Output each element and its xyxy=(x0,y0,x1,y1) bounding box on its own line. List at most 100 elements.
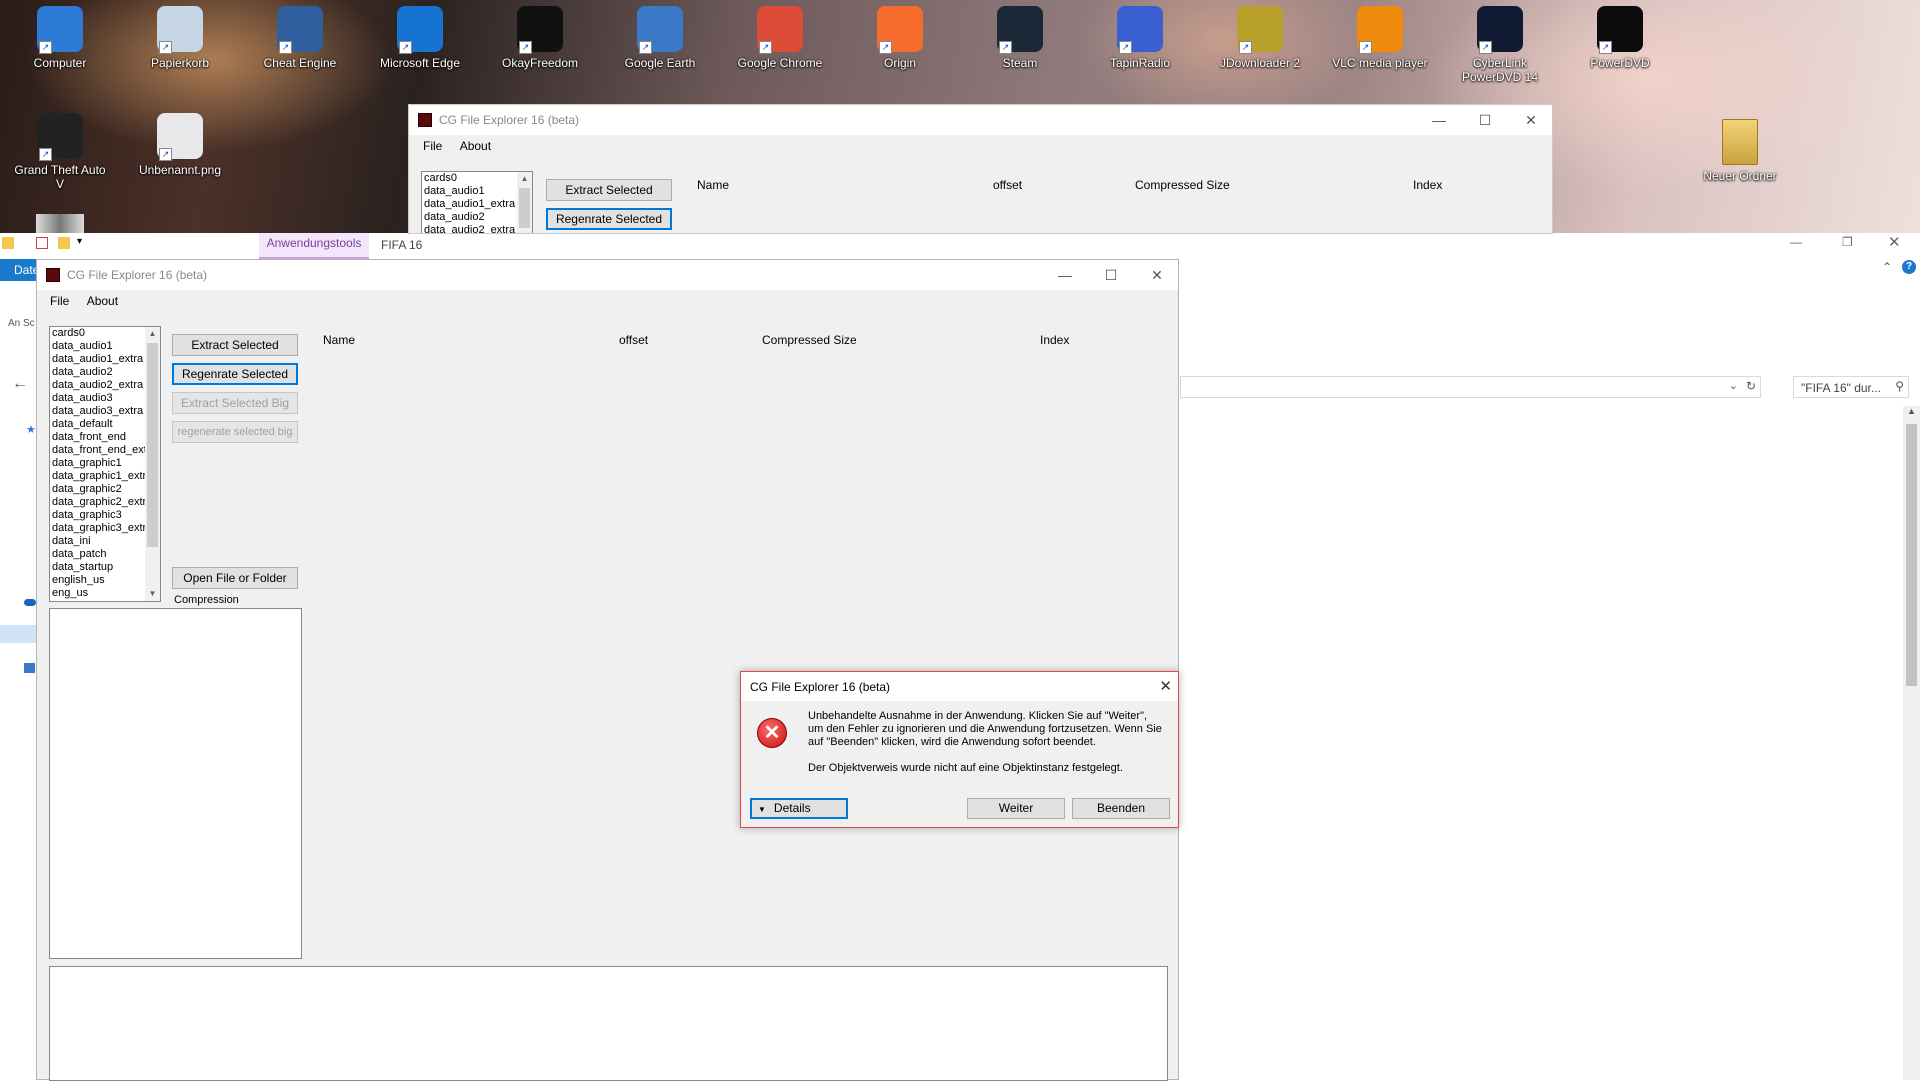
desktop-icon[interactable]: ↗ OkayFreedom xyxy=(492,0,588,70)
desktop-icon[interactable]: ↗ Microsoft Edge xyxy=(372,0,468,70)
menu-about[interactable]: About xyxy=(453,135,498,153)
menu-about[interactable]: About xyxy=(80,290,125,308)
desktop-icon[interactable]: ↗ Google Earth xyxy=(612,0,708,70)
menu-file[interactable]: File xyxy=(37,290,76,308)
list-item[interactable]: data_graphic3_extr xyxy=(50,522,160,535)
desktop-icon[interactable]: ↗ VLC media player xyxy=(1332,0,1428,70)
list-item[interactable]: data_audio1 xyxy=(50,340,160,353)
restore-icon[interactable]: ❐ xyxy=(1842,235,1853,249)
explorer-scrollbar[interactable]: ▲ xyxy=(1903,406,1920,1080)
archive-list[interactable]: cards0 data_audio1 data_audio1_extra data_a… xyxy=(421,171,533,233)
list-item[interactable]: data_graphic1 xyxy=(50,457,160,470)
desktop-icon[interactable]: ↗ Computer xyxy=(12,0,108,70)
scroll-up-icon[interactable]: ▲ xyxy=(1907,406,1916,416)
list-scrollbar[interactable]: ▲ ▼ xyxy=(145,327,160,601)
maximize-button[interactable]: ☐ xyxy=(1462,105,1508,135)
regenerate-selected-big-button[interactable]: regenerate selected big xyxy=(172,421,298,443)
list-item[interactable]: data_default xyxy=(50,418,160,431)
title-bar[interactable]: CG File Explorer 16 (beta) — ☐ ✕ xyxy=(409,105,1552,135)
list-item[interactable]: data_ini xyxy=(50,535,160,548)
desktop-icon[interactable]: ↗ Grand Theft Auto V xyxy=(12,107,108,191)
ribbon-collapse-icon[interactable]: ⌃ xyxy=(1882,260,1892,274)
list-item[interactable]: data_audio3 xyxy=(50,392,160,405)
open-file-or-folder-button[interactable]: Open File or Folder xyxy=(172,567,298,589)
list-item[interactable]: data_audio2_extra xyxy=(50,379,160,392)
scroll-thumb[interactable] xyxy=(1906,424,1917,686)
column-header-name[interactable]: Name xyxy=(323,333,355,347)
onedrive-icon[interactable] xyxy=(24,599,36,606)
file-tab[interactable]: Date xyxy=(0,259,39,281)
list-item[interactable]: data_audio2 xyxy=(50,366,160,379)
chevron-down-icon[interactable]: ⌄ xyxy=(1729,379,1738,392)
list-item[interactable]: data_graphic1_extr xyxy=(50,470,160,483)
scroll-thumb[interactable] xyxy=(519,188,530,228)
column-header-index[interactable]: Index xyxy=(1413,178,1442,192)
column-header-compressed-size[interactable]: Compressed Size xyxy=(762,333,857,347)
desktop-icon[interactable]: ↗ Unbenannt.png xyxy=(132,107,228,177)
list-item[interactable]: data_startup xyxy=(50,561,160,574)
new-folder-icon[interactable] xyxy=(58,237,70,249)
maximize-button[interactable]: ☐ xyxy=(1088,260,1134,290)
desktop-icon[interactable]: ↗ JDownloader 2 xyxy=(1212,0,1308,70)
desktop-icon[interactable]: ↗ Steam xyxy=(972,0,1068,70)
ribbon-tab-tools[interactable]: Anwendungstools xyxy=(259,233,369,259)
address-bar[interactable]: ⌄ ↻ xyxy=(1180,376,1761,398)
desktop-icon[interactable]: ↗ Origin xyxy=(852,0,948,70)
refresh-icon[interactable]: ↻ xyxy=(1746,379,1756,393)
desktop-icon[interactable]: ↗ Papierkorb xyxy=(132,0,228,70)
close-icon[interactable]: ✕ xyxy=(1888,233,1901,251)
list-item[interactable]: cards0 xyxy=(422,172,532,185)
dialog-title-bar[interactable]: CG File Explorer 16 (beta) ✕ xyxy=(741,672,1178,701)
compression-panel[interactable] xyxy=(49,608,302,959)
list-item[interactable]: data_patch xyxy=(50,548,160,561)
list-item[interactable]: eng_us xyxy=(50,587,160,600)
list-item[interactable]: data_front_end xyxy=(50,431,160,444)
list-item[interactable]: english_us xyxy=(50,574,160,587)
title-bar[interactable]: CG File Explorer 16 (beta) — ☐ ✕ xyxy=(37,260,1178,290)
extract-selected-big-button[interactable]: Extract Selected Big xyxy=(172,392,298,414)
scroll-up-icon[interactable]: ▲ xyxy=(145,327,160,341)
close-button[interactable]: ✕ xyxy=(1134,260,1180,290)
column-header-index[interactable]: Index xyxy=(1040,333,1069,347)
quick-access-icon[interactable]: ★ xyxy=(26,423,36,436)
list-item[interactable]: cards0 xyxy=(50,327,160,340)
close-button[interactable]: ✕ xyxy=(1508,105,1552,135)
list-item[interactable]: data_graphic3 xyxy=(50,509,160,522)
properties-icon[interactable] xyxy=(36,237,48,249)
desktop-icon[interactable]: ↗ Google Chrome xyxy=(732,0,828,70)
folder-icon[interactable] xyxy=(2,237,14,249)
search-input[interactable]: "FIFA 16" dur... xyxy=(1801,381,1881,395)
scroll-down-icon[interactable]: ▼ xyxy=(145,587,160,601)
minimize-icon[interactable]: — xyxy=(1790,235,1802,249)
desktop-icon[interactable]: ↗ PowerDVD xyxy=(1572,0,1668,70)
column-header-name[interactable]: Name xyxy=(697,178,729,192)
desktop-thumbnail[interactable] xyxy=(36,214,84,233)
list-item[interactable]: data_audio1_extra xyxy=(50,353,160,366)
close-button[interactable]: ✕ xyxy=(1159,677,1172,695)
list-scrollbar[interactable]: ▲ xyxy=(517,172,532,233)
log-textbox[interactable] xyxy=(49,966,1168,1081)
list-item[interactable]: data_front_end_ext xyxy=(50,444,160,457)
menu-file[interactable]: File xyxy=(409,135,449,153)
desktop-icon[interactable]: ↗ TapinRadio xyxy=(1092,0,1188,70)
list-item[interactable]: data_graphic2_extr xyxy=(50,496,160,509)
list-item[interactable]: data_audio1 xyxy=(422,185,532,198)
desktop-icon[interactable]: ↗ Cheat Engine xyxy=(252,0,348,70)
continue-button[interactable]: Weiter xyxy=(967,798,1065,819)
list-item[interactable]: data_audio2_extra xyxy=(422,224,532,233)
minimize-button[interactable]: — xyxy=(1042,260,1088,290)
list-item[interactable]: data_audio1_extra xyxy=(422,198,532,211)
list-item[interactable]: data_audio2 xyxy=(422,211,532,224)
network-icon[interactable] xyxy=(24,663,35,673)
list-item[interactable]: data_audio3_extra xyxy=(50,405,160,418)
search-box[interactable]: "FIFA 16" dur... ⚲ xyxy=(1793,376,1909,398)
back-arrow-icon[interactable]: ← xyxy=(12,375,28,393)
search-icon[interactable]: ⚲ xyxy=(1895,379,1904,393)
help-icon[interactable]: ? xyxy=(1902,260,1916,274)
this-pc-icon[interactable] xyxy=(0,625,40,643)
column-header-compressed-size[interactable]: Compressed Size xyxy=(1135,178,1230,192)
minimize-button[interactable]: — xyxy=(1416,105,1462,135)
scroll-up-icon[interactable]: ▲ xyxy=(517,172,532,186)
column-header-offset[interactable]: offset xyxy=(619,333,648,347)
desktop-icon[interactable]: ↗ CyberLink PowerDVD 14 xyxy=(1452,0,1548,84)
